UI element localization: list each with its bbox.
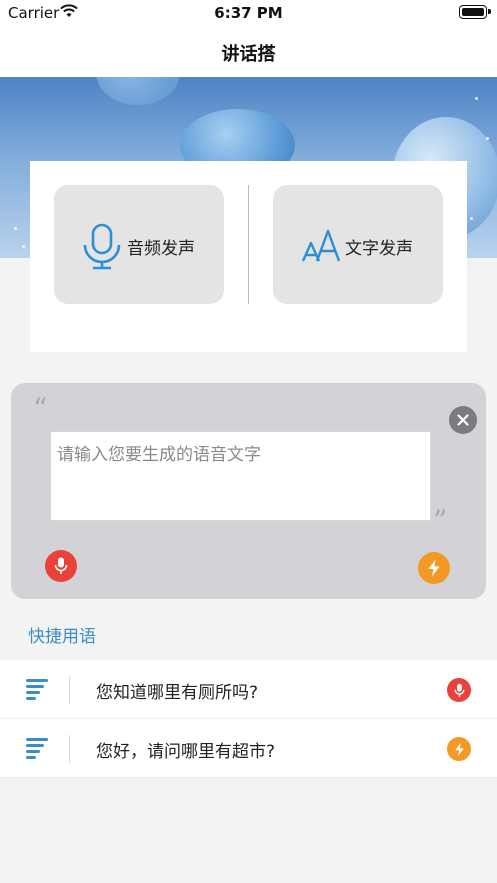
close-quote-icon: ” bbox=[433, 504, 448, 537]
text-input-panel: “ ” bbox=[11, 383, 486, 599]
phrase-mic-button[interactable] bbox=[447, 678, 471, 702]
divider bbox=[69, 735, 70, 763]
quick-phrases-title: 快捷用语 bbox=[28, 627, 96, 647]
font-size-icon bbox=[301, 229, 341, 262]
phrase-bolt-button[interactable] bbox=[447, 737, 471, 761]
bolt-icon bbox=[454, 742, 464, 756]
audio-voice-label: 音频发声 bbox=[127, 239, 195, 259]
divider bbox=[248, 185, 249, 304]
speech-text-box bbox=[50, 431, 431, 521]
status-bar: Carrier 6:37 PM bbox=[0, 0, 497, 26]
clear-text-button[interactable] bbox=[449, 406, 477, 434]
bolt-icon bbox=[428, 559, 440, 577]
battery-icon bbox=[459, 5, 491, 19]
text-lines-icon bbox=[26, 738, 48, 759]
speech-text-input[interactable] bbox=[51, 432, 430, 520]
close-icon bbox=[457, 414, 469, 426]
phrase-text: 您知道哪里有厕所吗? bbox=[96, 683, 259, 703]
divider bbox=[69, 676, 70, 704]
clock: 6:37 PM bbox=[214, 4, 283, 22]
microphone-icon bbox=[83, 223, 121, 270]
phrase-text: 您好，请问哪里有超市? bbox=[96, 742, 276, 762]
page-title: 讲话搭 bbox=[221, 44, 276, 65]
balloon-image bbox=[96, 77, 180, 105]
text-voice-button[interactable]: 文字发声 bbox=[273, 185, 443, 304]
list-item[interactable]: 您好，请问哪里有超市? bbox=[0, 719, 497, 778]
quick-generate-button[interactable] bbox=[418, 552, 450, 584]
text-lines-icon bbox=[26, 679, 48, 700]
mode-selection-card: 音频发声 文字发声 bbox=[30, 161, 467, 352]
navigation-bar: 讲话搭 bbox=[0, 26, 497, 77]
open-quote-icon: “ bbox=[33, 392, 48, 425]
quick-phrases-list: 您知道哪里有厕所吗? 您好，请问哪里有超市? bbox=[0, 660, 497, 778]
list-item[interactable]: 您知道哪里有厕所吗? bbox=[0, 660, 497, 719]
text-voice-label: 文字发声 bbox=[345, 239, 413, 259]
microphone-icon bbox=[453, 683, 465, 697]
record-voice-button[interactable] bbox=[45, 550, 77, 582]
microphone-icon bbox=[54, 557, 68, 574]
audio-voice-button[interactable]: 音频发声 bbox=[54, 185, 224, 304]
